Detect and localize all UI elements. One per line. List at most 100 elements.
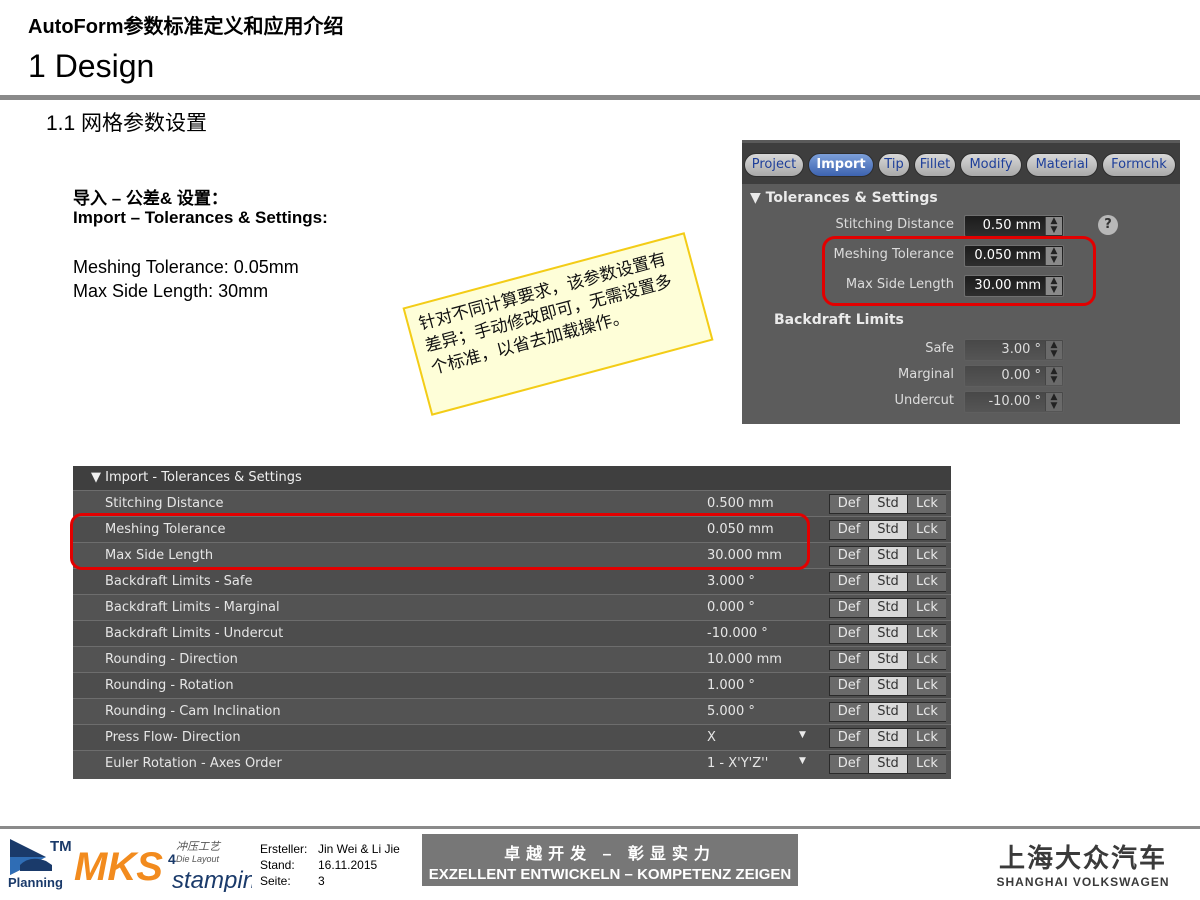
- marginal-label: Marginal: [898, 367, 954, 382]
- seite-value: 3: [318, 874, 325, 888]
- lck-button[interactable]: Lck: [908, 547, 946, 565]
- row-label: Euler Rotation - Axes Order: [105, 756, 282, 771]
- def-std-lck-group: Def Std Lck: [829, 676, 946, 696]
- spinner-icon[interactable]: ▲ ▼: [1045, 217, 1062, 235]
- def-button[interactable]: Def: [830, 729, 869, 747]
- row-label: Rounding - Rotation: [105, 678, 234, 693]
- row-value[interactable]: 1 - X'Y'Z'': [707, 756, 768, 771]
- row-value[interactable]: 5.000 °: [707, 704, 755, 719]
- def-std-lck-group: Def Std Lck: [829, 572, 946, 592]
- def-button[interactable]: Def: [830, 547, 869, 565]
- def-std-lck-group: Def Std Lck: [829, 546, 946, 566]
- row-value[interactable]: 3.000 °: [707, 574, 755, 589]
- table-row: Backdraft Limits - Marginal 0.000 ° Def …: [73, 594, 951, 620]
- lck-button[interactable]: Lck: [908, 651, 946, 669]
- row-value[interactable]: -10.000 °: [707, 626, 768, 641]
- section-title: 1 Design: [28, 48, 155, 84]
- max-side-length-note: Max Side Length: 30mm: [73, 281, 269, 301]
- slogan-de: EXZELLENT ENTWICKELN – KOMPETENZ ZEIGEN: [428, 866, 792, 883]
- highlight-outline: [822, 236, 1096, 306]
- marginal-value: 0.00 °: [1001, 368, 1041, 383]
- std-button[interactable]: Std: [869, 703, 908, 721]
- sticky-note-text: 针对不同计算要求，该参数设置有差异；手动修改即可，无需设置多个标准，以省去加载操…: [416, 249, 675, 379]
- def-button[interactable]: Def: [830, 755, 869, 773]
- lck-button[interactable]: Lck: [908, 573, 946, 591]
- row-value[interactable]: X: [707, 730, 716, 745]
- row-label: Backdraft Limits - Undercut: [105, 626, 284, 641]
- def-button[interactable]: Def: [830, 677, 869, 695]
- ersteller-key: Ersteller:: [260, 842, 308, 856]
- tab-material[interactable]: Material: [1026, 153, 1098, 177]
- undercut-field[interactable]: -10.00 ° ▲ ▼: [964, 391, 1064, 413]
- tab-modify[interactable]: Modify: [960, 153, 1022, 177]
- lck-button[interactable]: Lck: [908, 703, 946, 721]
- std-button[interactable]: Std: [869, 521, 908, 539]
- std-button[interactable]: Std: [869, 729, 908, 747]
- table-row: Rounding - Cam Inclination 5.000 ° Def S…: [73, 698, 951, 724]
- logo-stamping-text: stamping: [172, 867, 252, 892]
- safe-label: Safe: [925, 341, 954, 356]
- dropdown-arrow-icon[interactable]: ▼: [799, 730, 806, 740]
- spinner-icon[interactable]: ▲ ▼: [1045, 393, 1062, 411]
- def-std-lck-group: Def Std Lck: [829, 728, 946, 748]
- marginal-field[interactable]: 0.00 ° ▲ ▼: [964, 365, 1064, 387]
- tab-import[interactable]: Import: [808, 153, 874, 177]
- row-label: Press Flow- Direction: [105, 730, 241, 745]
- table-section-header[interactable]: ▼ Import - Tolerances & Settings: [73, 466, 951, 490]
- import-heading-cn: 导入 – 公差& 设置：: [73, 189, 228, 208]
- def-std-lck-group: Def Std Lck: [829, 650, 946, 670]
- tab-project[interactable]: Project: [744, 153, 804, 177]
- safe-field[interactable]: 3.00 ° ▲ ▼: [964, 339, 1064, 361]
- row-value[interactable]: 10.000 mm: [707, 652, 782, 667]
- table-section-header-label: ▼ Import - Tolerances & Settings: [91, 470, 302, 485]
- tab-formchk[interactable]: Formchk: [1102, 153, 1176, 177]
- spinner-icon[interactable]: ▲ ▼: [1045, 367, 1062, 385]
- stitching-distance-field[interactable]: 0.50 mm ▲ ▼: [964, 215, 1064, 237]
- row-value[interactable]: 1.000 °: [707, 678, 755, 693]
- table-row: Rounding - Rotation 1.000 ° Def Std Lck: [73, 672, 951, 698]
- lck-button[interactable]: Lck: [908, 729, 946, 747]
- std-button[interactable]: Std: [869, 599, 908, 617]
- def-button[interactable]: Def: [830, 521, 869, 539]
- row-value[interactable]: 0.000 °: [707, 600, 755, 615]
- undercut-label: Undercut: [894, 393, 954, 408]
- def-button[interactable]: Def: [830, 651, 869, 669]
- lck-button[interactable]: Lck: [908, 755, 946, 773]
- table-row: Backdraft Limits - Safe 3.000 ° Def Std …: [73, 568, 951, 594]
- std-button[interactable]: Std: [869, 625, 908, 643]
- row-label: Backdraft Limits - Marginal: [105, 600, 280, 615]
- row-label: Rounding - Cam Inclination: [105, 704, 281, 719]
- tab-fillet[interactable]: Fillet: [914, 153, 956, 177]
- lck-button[interactable]: Lck: [908, 677, 946, 695]
- lck-button[interactable]: Lck: [908, 599, 946, 617]
- dropdown-arrow-icon[interactable]: ▼: [799, 756, 806, 766]
- tab-tip[interactable]: Tip: [878, 153, 910, 177]
- sticky-note: 针对不同计算要求，该参数设置有差异；手动修改即可，无需设置多个标准，以省去加载操…: [402, 232, 714, 416]
- def-button[interactable]: Def: [830, 599, 869, 617]
- lck-button[interactable]: Lck: [908, 521, 946, 539]
- ersteller-value: Jin Wei & Li Jie: [318, 842, 400, 856]
- logo-mks-sup: 4: [168, 851, 176, 867]
- std-button[interactable]: Std: [869, 651, 908, 669]
- std-button[interactable]: Std: [869, 547, 908, 565]
- row-value[interactable]: 0.500 mm: [707, 496, 774, 511]
- lck-button[interactable]: Lck: [908, 495, 946, 513]
- meshing-tolerance-note: Meshing Tolerance: 0.05mm: [73, 257, 299, 277]
- std-button[interactable]: Std: [869, 755, 908, 773]
- def-button[interactable]: Def: [830, 495, 869, 513]
- lck-button[interactable]: Lck: [908, 625, 946, 643]
- def-std-lck-group: Def Std Lck: [829, 702, 946, 722]
- footer-divider: [0, 826, 1200, 829]
- brand-en: SHANGHAI VOLKSWAGEN: [996, 875, 1170, 889]
- std-button[interactable]: Std: [869, 573, 908, 591]
- tolerances-section-header[interactable]: ▼ Tolerances & Settings: [750, 190, 938, 206]
- table-row: Backdraft Limits - Undercut -10.000 ° De…: [73, 620, 951, 646]
- def-button[interactable]: Def: [830, 573, 869, 591]
- document-meta: Ersteller: Jin Wei & Li Jie Stand: 16.11.2…: [260, 841, 400, 889]
- std-button[interactable]: Std: [869, 495, 908, 513]
- def-button[interactable]: Def: [830, 625, 869, 643]
- std-button[interactable]: Std: [869, 677, 908, 695]
- help-icon[interactable]: ?: [1098, 215, 1118, 235]
- def-button[interactable]: Def: [830, 703, 869, 721]
- spinner-icon[interactable]: ▲ ▼: [1045, 341, 1062, 359]
